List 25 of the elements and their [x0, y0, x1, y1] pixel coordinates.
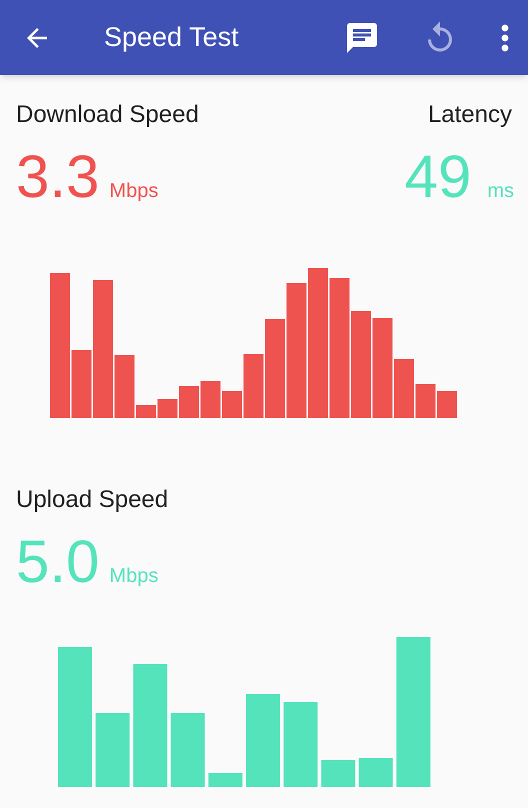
download-bar — [136, 405, 156, 418]
upload-bar — [321, 760, 356, 787]
download-bar — [72, 350, 92, 418]
download-bar — [179, 386, 199, 418]
upload-bar — [358, 758, 393, 787]
more-icon[interactable] — [500, 22, 510, 52]
download-bar — [394, 359, 414, 418]
download-bar — [416, 384, 436, 418]
latency-value: 49 — [404, 147, 472, 207]
upload-speed-label: Upload Speed — [16, 485, 170, 515]
upload-bar — [208, 773, 242, 787]
screen-title: Speed Test — [104, 21, 239, 54]
download-bar — [200, 381, 220, 418]
download-speed-unit: Mbps — [109, 179, 158, 204]
latency-label: Latency — [428, 100, 512, 130]
latency-unit: ms — [487, 179, 514, 204]
upload-speed-value: 5.0 — [16, 532, 100, 592]
download-speed-label: Download Speed — [16, 100, 199, 130]
upload-speed-unit: Mbps — [109, 564, 158, 589]
download-bar — [244, 354, 264, 418]
download-bar — [158, 399, 178, 418]
download-bar — [114, 355, 134, 418]
download-speed-value: 3.3 — [16, 147, 100, 207]
download-bar — [222, 391, 242, 418]
download-bar — [437, 391, 457, 418]
